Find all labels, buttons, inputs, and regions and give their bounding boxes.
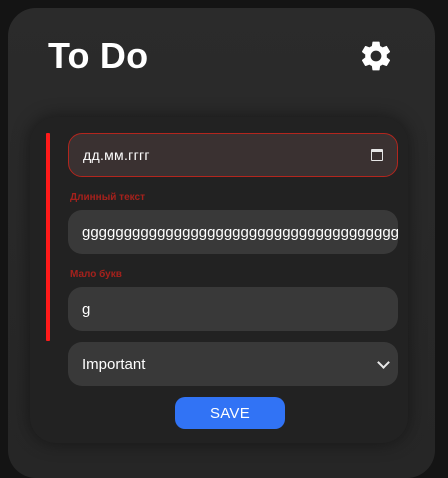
gear-icon[interactable] — [358, 38, 394, 74]
calendar-icon[interactable] — [371, 149, 383, 161]
short-error-message: Мало букв — [70, 269, 122, 280]
date-input[interactable]: дд.мм.гггг — [68, 133, 398, 177]
todo-form: дд.мм.гггг Длинный текст ggggggggggggggg… — [30, 117, 408, 443]
text-error-message: Длинный текст — [70, 192, 145, 203]
task-text-value: gggggggggggggggggggggggggggggggggggggggg… — [82, 223, 398, 241]
todo-card: To Do дд.мм.гггг Длинный текст ggggggggg… — [8, 8, 435, 478]
short-text-input[interactable]: g — [68, 287, 398, 331]
save-button[interactable]: SAVE — [175, 397, 285, 429]
date-input-value: дд.мм.гггг — [83, 147, 150, 163]
error-indicator-bar — [46, 133, 50, 341]
priority-select[interactable]: Important — [68, 342, 398, 386]
task-text-input[interactable]: gggggggggggggggggggggggggggggggggggggggg… — [68, 210, 398, 254]
short-text-value: g — [82, 300, 91, 318]
priority-selected-value: Important — [82, 355, 146, 373]
page-title: To Do — [48, 35, 149, 76]
chevron-down-icon — [377, 355, 390, 369]
